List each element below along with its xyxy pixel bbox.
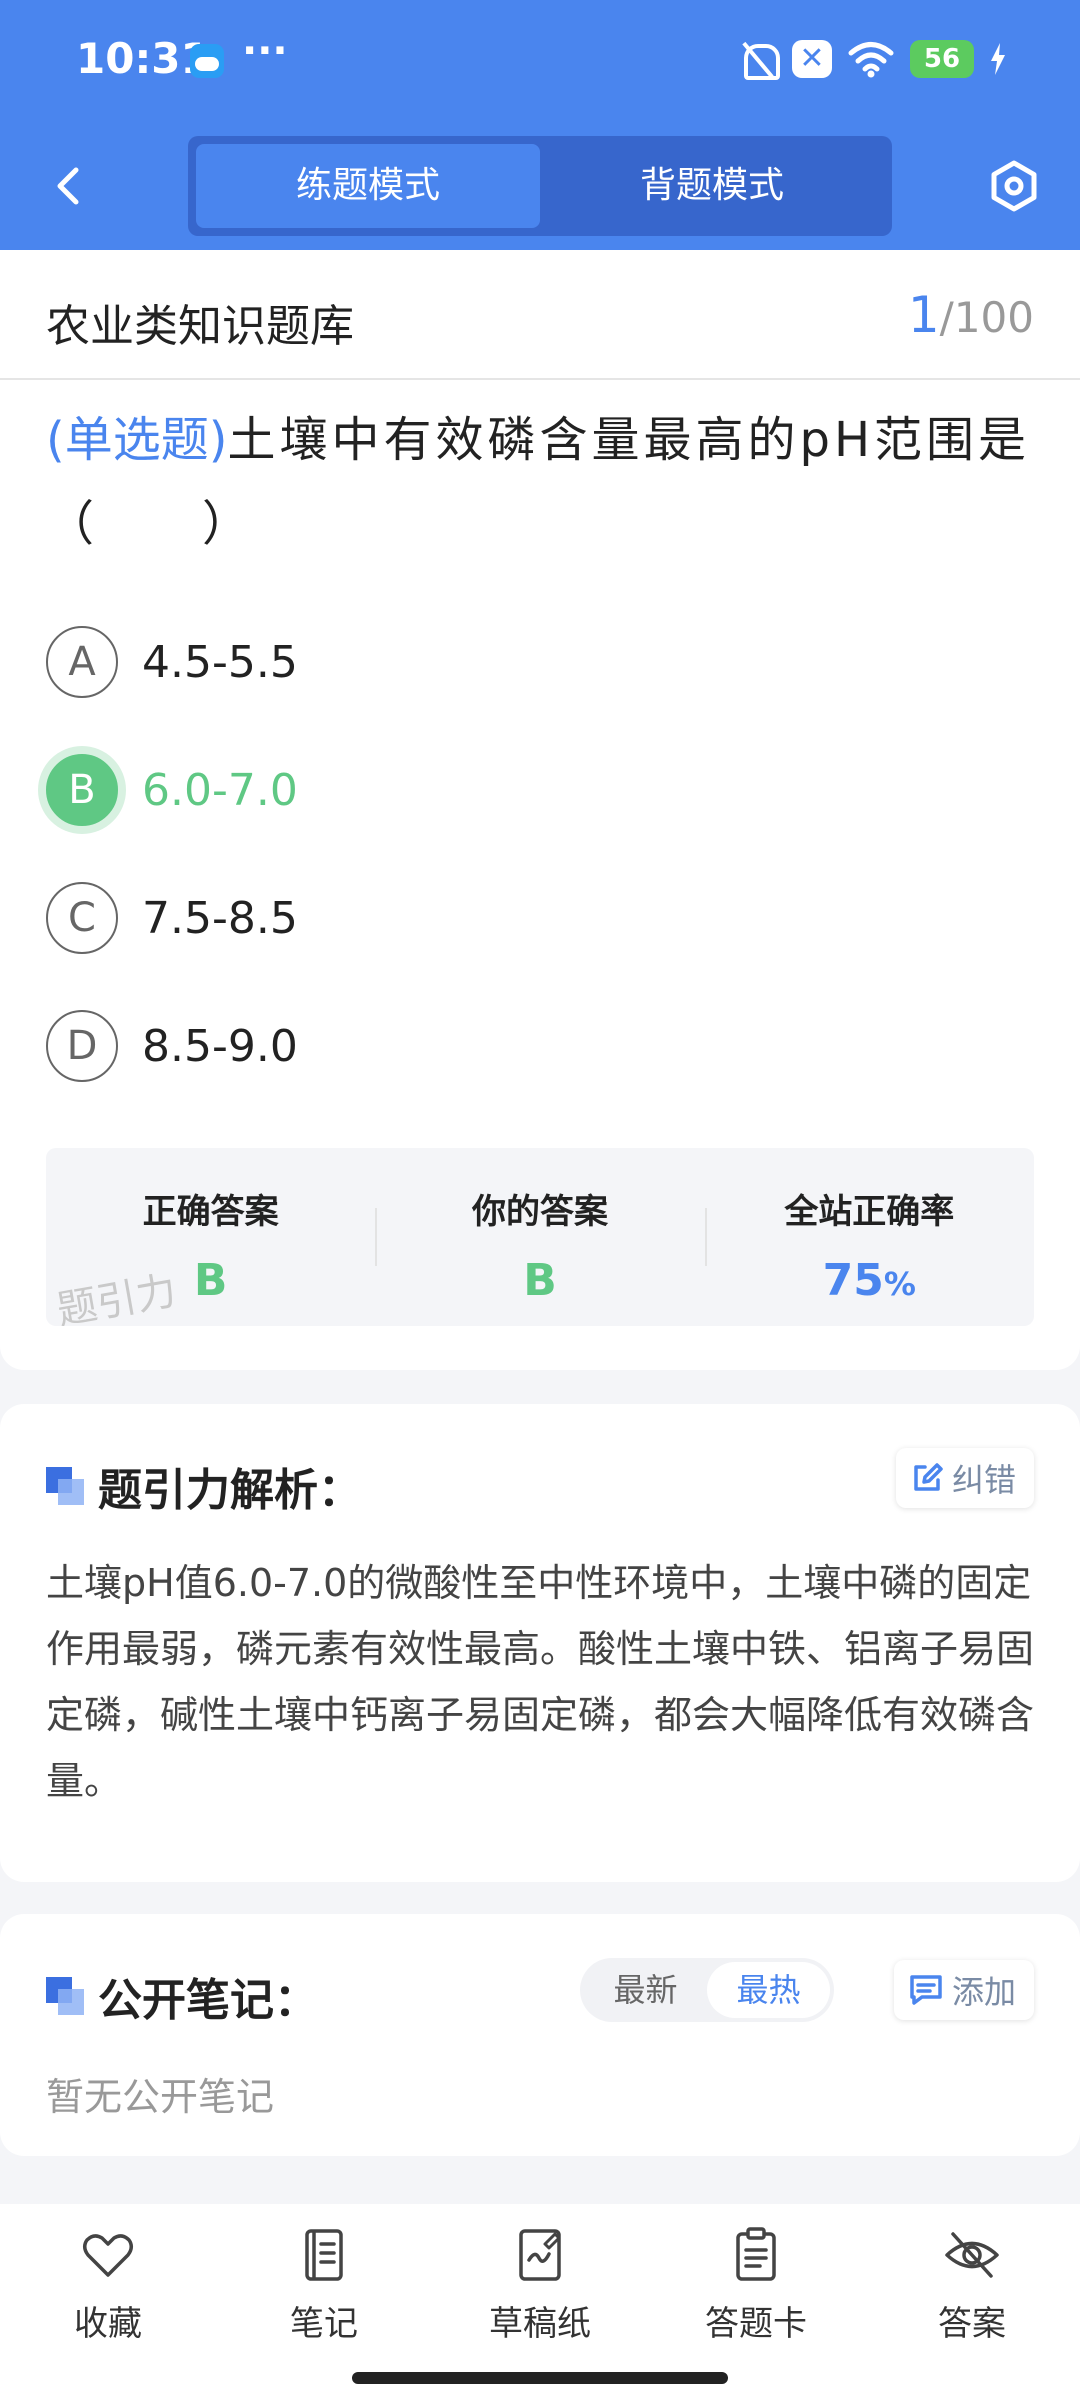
answer-stats-box: 正确答案 B 题引力 你的答案 B 全站正确率 75% [46,1148,1034,1326]
sort-hottest-tab[interactable]: 最热 [707,1962,830,2018]
comment-icon [910,1975,942,2005]
accuracy-rate-number: 75 [822,1255,884,1306]
accuracy-rate-value: 75% [705,1255,1034,1306]
bell-off-icon [740,40,780,80]
close-badge-icon: ✕ [792,40,832,78]
report-error-button[interactable]: 纠错 [895,1448,1034,1508]
draft-paper-button[interactable]: 草稿纸 [432,2204,648,2400]
top-nav-bar: 练题模式 背题模式 [0,126,1080,250]
analysis-title: 题引力解析： [98,1465,362,1516]
accuracy-rate-label: 全站正确率 [784,1192,955,1232]
option-letter: B [46,754,118,826]
notes-header: 公开笔记： [46,1964,318,2028]
option-b[interactable]: B 6.0-7.0 [46,752,298,828]
notes-title: 公开笔记： [98,1975,318,2026]
option-a[interactable]: A 4.5-5.5 [46,624,298,700]
your-answer-stat: 你的答案 B [375,1148,704,1326]
question-type-label: (单选题) [46,412,228,468]
option-text: 6.0-7.0 [142,764,298,816]
status-icons: ✕ 56 [740,40,1006,80]
current-question-number: 1 [907,286,940,344]
notes-label: 笔记 [290,2304,358,2344]
section-marker-icon [46,1977,84,2015]
correct-answer-stat: 正确答案 B 题引力 [46,1148,375,1326]
show-answer-button[interactable]: 答案 [864,2204,1080,2400]
your-answer-label: 你的答案 [471,1192,608,1232]
edit-icon [914,1463,943,1491]
analysis-text: 土壤pH值6.0-7.0的微酸性至中性环境中，土壤中磷的固定作用最弱，磷元素有效… [46,1561,1035,1803]
charging-icon [991,43,1005,75]
answer-sheet-button[interactable]: 答题卡 [648,2204,864,2400]
heart-icon [83,2234,133,2277]
mode-switch: 练题模式 背题模式 [188,136,892,236]
your-answer-value: B [523,1255,557,1306]
add-note-label: 添加 [951,1973,1016,2011]
notebook-icon [305,2229,343,2281]
favorite-button[interactable]: 收藏 [0,2204,216,2400]
back-icon[interactable] [40,156,100,216]
bottom-toolbar: 收藏 笔记 草稿纸 答题卡 答案 [0,2204,1080,2400]
option-text: 4.5-5.5 [142,636,298,688]
wifi-icon [848,42,894,78]
report-error-label: 纠错 [951,1461,1016,1499]
more-notifications-icon: ··· [242,28,288,74]
draft-paper-label: 草稿纸 [489,2304,591,2344]
settings-icon[interactable] [984,156,1044,216]
question-stem: (单选题)土壤中有效磷含量最高的pH范围是（ ） [46,398,1036,566]
public-notes-card: 公开笔记： 最新 最热 添加 暂无公开笔记 [0,1914,1080,2156]
status-bar: 10:31 ··· ✕ 56 [0,0,1080,126]
notes-sort-switch: 最新 最热 [580,1958,834,2022]
question-counter: 1/100 [908,286,1034,344]
total-questions: /100 [939,293,1034,342]
question-bank-header: 农业类知识题库 1/100 [0,250,1080,380]
weather-icon [190,44,224,78]
add-note-button[interactable]: 添加 [893,1960,1034,2020]
analysis-card: 题引力解析： 纠错 土壤pH值6.0-7.0的微酸性至中性环境中，土壤中磷的固定… [0,1404,1080,1882]
option-letter: C [46,882,118,954]
option-c[interactable]: C 7.5-8.5 [46,880,298,956]
eye-off-icon [945,2232,999,2278]
home-indicator[interactable] [352,2372,728,2384]
favorite-label: 收藏 [74,2304,142,2344]
option-letter: A [46,626,118,698]
battery-indicator: 56 [910,40,974,78]
empty-notes-text: 暂无公开笔记 [46,2075,275,2119]
show-answer-label: 答案 [938,2304,1006,2344]
tab-memorize-mode[interactable]: 背题模式 [540,144,884,228]
sort-latest-tab[interactable]: 最新 [584,1962,707,2018]
option-text: 8.5-9.0 [142,1020,298,1072]
question-bank-title: 农业类知识题库 [46,301,354,352]
option-letter: D [46,1010,118,1082]
correct-answer-label: 正确答案 [142,1192,279,1232]
option-d[interactable]: D 8.5-9.0 [46,1008,298,1084]
accuracy-rate-unit: % [883,1265,916,1303]
analysis-header: 题引力解析： [46,1454,362,1518]
answer-sheet-label: 答题卡 [705,2304,807,2344]
question-card: 农业类知识题库 1/100 (单选题)土壤中有效磷含量最高的pH范围是（ ） A… [0,250,1080,1370]
answer-sheet-icon [736,2227,776,2281]
draft-paper-icon [519,2229,561,2281]
notes-button[interactable]: 笔记 [216,2204,432,2400]
section-marker-icon [46,1467,84,1505]
option-text: 7.5-8.5 [142,892,298,944]
accuracy-rate-stat: 全站正确率 75% [704,1148,1034,1326]
tab-practice-mode[interactable]: 练题模式 [196,144,540,228]
